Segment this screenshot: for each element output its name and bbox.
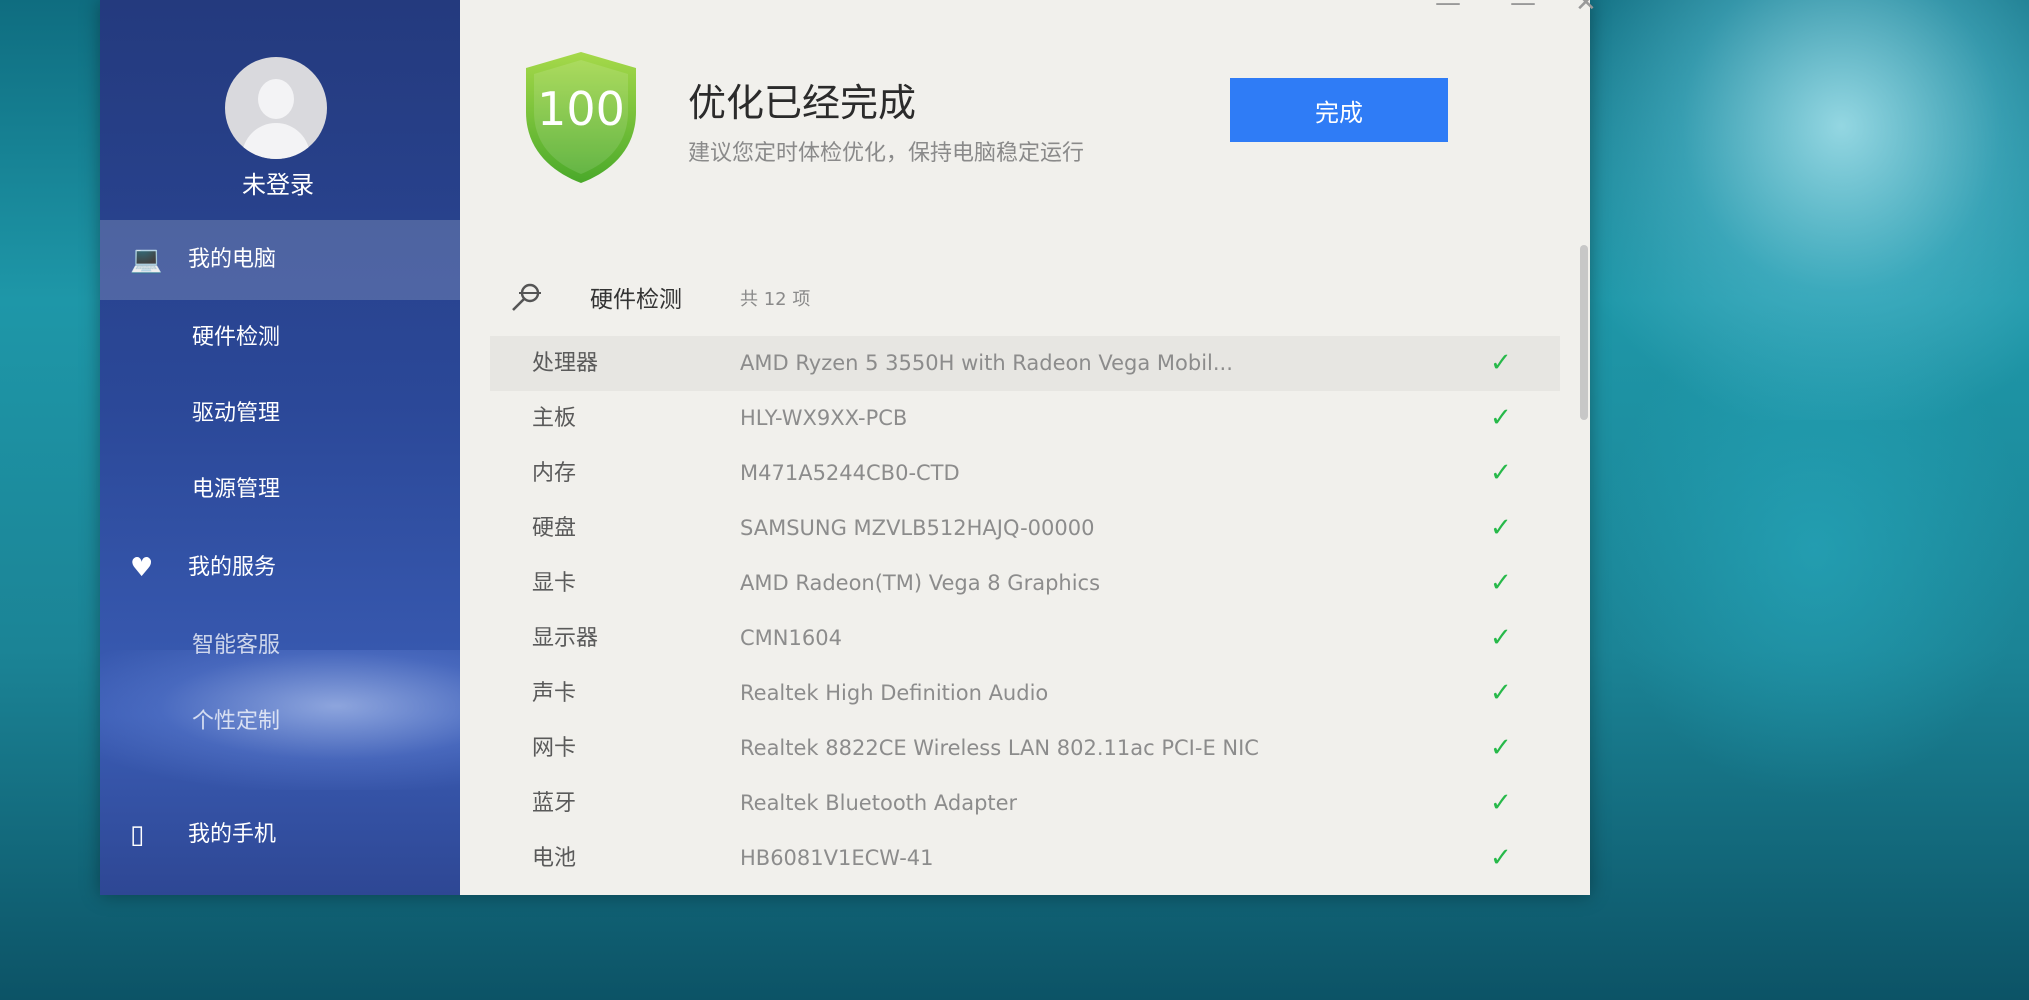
hardware-row-monitor[interactable]: 显示器 CMN1604 ✓ [490,611,1560,666]
hardware-row-graphics[interactable]: 显卡 AMD Radeon(TM) Vega 8 Graphics ✓ [490,556,1560,611]
heart-icon: ♥ [130,553,154,583]
laptop-icon: 💻 [130,245,163,275]
check-icon: ✓ [1490,678,1512,708]
close-icon[interactable]: ✕ [1575,0,1597,18]
hardware-category: 显示器 [532,626,599,651]
sidebar-item-label: 我的服务 [188,555,277,580]
check-icon: ✓ [1490,733,1512,763]
check-icon: ✓ [1490,788,1512,818]
desktop-background-glow-lower [1600,300,2029,800]
section-title: 硬件检测 [590,287,682,313]
sidebar-item-personalization[interactable]: 个性定制 [100,684,460,760]
hardware-value: AMD Radeon(TM) Vega 8 Graphics [740,571,1101,595]
sidebar-item-smart-service[interactable]: 智能客服 [100,608,460,684]
hardware-row-sound[interactable]: 声卡 Realtek High Definition Audio ✓ [490,666,1560,721]
hardware-row-bluetooth[interactable]: 蓝牙 Realtek Bluetooth Adapter ✓ [490,776,1560,831]
check-icon: ✓ [1490,458,1512,488]
main-panel: — — ✕ 100 优化已经完成 建议您定时体检优化，保持电脑稳定运行 完成 硬… [460,0,1597,895]
hardware-row-memory[interactable]: 内存 M471A5244CB0-CTD ✓ [490,446,1560,501]
sidebar-item-hardware-check[interactable]: 硬件检测 [100,300,460,376]
page-subtitle: 建议您定时体检优化，保持电脑稳定运行 [688,141,1085,166]
hardware-category: 蓝牙 [532,791,577,816]
check-icon: ✓ [1490,623,1512,653]
hardware-category: 内存 [532,461,577,486]
section-count: 共 12 项 [740,289,811,310]
hardware-category: 硬盘 [532,516,577,541]
hardware-row-network[interactable]: 网卡 Realtek 8822CE Wireless LAN 802.11ac … [490,721,1560,776]
hardware-category: 处理器 [532,351,599,376]
restore-icon[interactable]: — [1510,0,1536,18]
hardware-value: Realtek High Definition Audio [740,681,1049,705]
hardware-row-motherboard[interactable]: 主板 HLY-WX9XX-PCB ✓ [490,391,1560,446]
sidebar-item-driver-management[interactable]: 驱动管理 [100,376,460,452]
health-score: 100 [537,82,625,136]
hardware-value: SAMSUNG MZVLB512HAJQ-00000 [740,516,1095,540]
hardware-list: 处理器 AMD Ryzen 5 3550H with Radeon Vega M… [490,336,1560,886]
hardware-value: M471A5244CB0-CTD [740,461,960,485]
hardware-category: 网卡 [532,736,577,761]
hardware-check-icon [512,283,541,311]
sidebar-nav: 💻 我的电脑 硬件检测 驱动管理 电源管理 ♥ 我的服务 智能客服 个性定制 [100,220,460,760]
hardware-row-disk[interactable]: 硬盘 SAMSUNG MZVLB512HAJQ-00000 ✓ [490,501,1560,556]
login-status-label[interactable]: 未登录 [100,165,456,200]
check-icon: ✓ [1490,843,1512,873]
sidebar: 未登录 💻 我的电脑 硬件检测 驱动管理 电源管理 ♥ 我的服务 智能客服 个性… [100,0,460,895]
sidebar-item-label: 我的电脑 [188,247,277,272]
hardware-value: Realtek 8822CE Wireless LAN 802.11ac PCI… [740,736,1259,760]
hardware-category: 主板 [532,406,577,431]
sidebar-item-power-management[interactable]: 电源管理 [100,452,460,528]
hardware-category: 声卡 [532,681,577,706]
pc-manager-window: 未登录 💻 我的电脑 硬件检测 驱动管理 电源管理 ♥ 我的服务 智能客服 个性… [100,0,1597,895]
list-scrollbar[interactable] [1580,245,1588,420]
phone-icon: ▯ [130,820,145,850]
hardware-value: CMN1604 [740,626,842,650]
hardware-row-cpu[interactable]: 处理器 AMD Ryzen 5 3550H with Radeon Vega M… [490,336,1560,391]
hardware-value: Realtek Bluetooth Adapter [740,791,1018,815]
avatar[interactable] [225,57,327,159]
hardware-value: HB6081V1ECW-41 [740,846,934,870]
avatar-head-shape [258,79,294,119]
hardware-category: 显卡 [532,571,577,596]
page-title: 优化已经完成 [688,81,917,125]
hardware-value: AMD Ryzen 5 3550H with Radeon Vega Mobil… [740,351,1233,375]
sidebar-item-my-computer[interactable]: 💻 我的电脑 [100,220,460,300]
hardware-row-battery[interactable]: 电池 HB6081V1ECW-41 ✓ [490,831,1560,886]
sidebar-item-my-services[interactable]: ♥ 我的服务 [100,528,460,608]
sidebar-nav-bottom: ▯ 我的手机 [100,795,460,875]
check-icon: ✓ [1490,568,1512,598]
check-icon: ✓ [1490,513,1512,543]
avatar-body-shape [242,123,310,159]
minimize-icon[interactable]: — [1435,0,1461,18]
hardware-value: HLY-WX9XX-PCB [740,406,908,430]
hardware-category: 电池 [532,846,577,871]
check-icon: ✓ [1490,348,1512,378]
done-button[interactable]: 完成 [1230,78,1448,142]
sidebar-item-my-phone[interactable]: ▯ 我的手机 [100,795,460,875]
sidebar-item-label: 我的手机 [188,822,277,847]
check-icon: ✓ [1490,403,1512,433]
